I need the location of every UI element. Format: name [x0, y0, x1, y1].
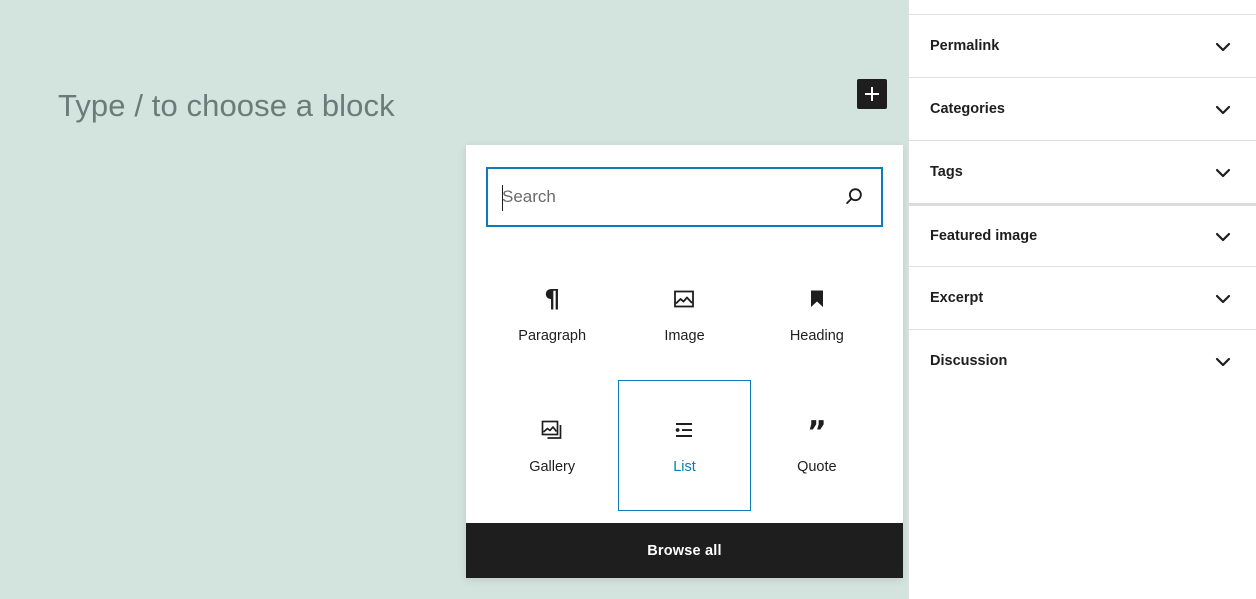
panel-title: Tags	[930, 164, 963, 180]
plus-icon	[864, 86, 880, 102]
sidebar-panel-excerpt[interactable]: Excerpt	[909, 266, 1256, 329]
block-tile-label: List	[673, 460, 696, 475]
block-tile-label: Paragraph	[518, 329, 586, 344]
panel-title: Categories	[930, 101, 1005, 117]
panel-title: Featured image	[930, 228, 1037, 244]
inserter-search-section	[466, 145, 903, 227]
panel-title: Discussion	[930, 353, 1007, 369]
block-tile-gallery[interactable]: Gallery	[486, 380, 618, 511]
chevron-down-icon[interactable]	[1211, 34, 1235, 58]
quote-icon: ”	[804, 417, 830, 443]
add-block-button[interactable]	[857, 79, 887, 109]
search-field[interactable]	[486, 167, 883, 227]
block-tile-image[interactable]: Image	[618, 249, 750, 380]
list-icon	[671, 417, 697, 443]
editor-canvas[interactable]: Type / to choose a block	[0, 0, 908, 599]
image-icon	[671, 286, 697, 312]
chevron-down-icon[interactable]	[1211, 160, 1235, 184]
empty-block-placeholder[interactable]: Type / to choose a block	[58, 84, 395, 128]
block-inserter-popover: ¶ Paragraph Image	[466, 145, 903, 578]
sidebar-panel-discussion[interactable]: Discussion	[909, 329, 1256, 392]
block-tile-list[interactable]: List	[618, 380, 750, 511]
block-tile-paragraph[interactable]: ¶ Paragraph	[486, 249, 618, 380]
block-tile-label: Gallery	[529, 460, 575, 475]
block-tile-heading[interactable]: Heading	[751, 249, 883, 380]
browse-all-button[interactable]: Browse all	[466, 523, 903, 578]
chevron-down-icon[interactable]	[1211, 224, 1235, 248]
sidebar-panel-featured-image[interactable]: Featured image	[909, 203, 1256, 266]
search-input[interactable]	[488, 169, 881, 225]
sidebar-panel-permalink[interactable]: Permalink	[909, 14, 1256, 77]
text-caret	[502, 185, 503, 211]
block-type-grid: ¶ Paragraph Image	[466, 227, 903, 523]
chevron-down-icon[interactable]	[1211, 97, 1235, 121]
block-tile-label: Image	[664, 329, 704, 344]
sidebar-panel-categories[interactable]: Categories	[909, 77, 1256, 140]
block-tile-label: Quote	[797, 460, 837, 475]
chevron-down-icon[interactable]	[1211, 286, 1235, 310]
paragraph-icon: ¶	[539, 286, 565, 312]
panel-title: Permalink	[930, 38, 999, 54]
block-editor-screen: Type / to choose a block	[0, 0, 1256, 599]
panel-title: Excerpt	[930, 290, 983, 306]
block-tile-quote[interactable]: ” Quote	[751, 380, 883, 511]
heading-icon	[804, 286, 830, 312]
document-settings-sidebar: Permalink Categories Tags Featured image	[908, 0, 1256, 599]
chevron-down-icon[interactable]	[1211, 349, 1235, 373]
block-tile-label: Heading	[790, 329, 844, 344]
gallery-icon	[539, 417, 565, 443]
sidebar-panel-tags[interactable]: Tags	[909, 140, 1256, 203]
